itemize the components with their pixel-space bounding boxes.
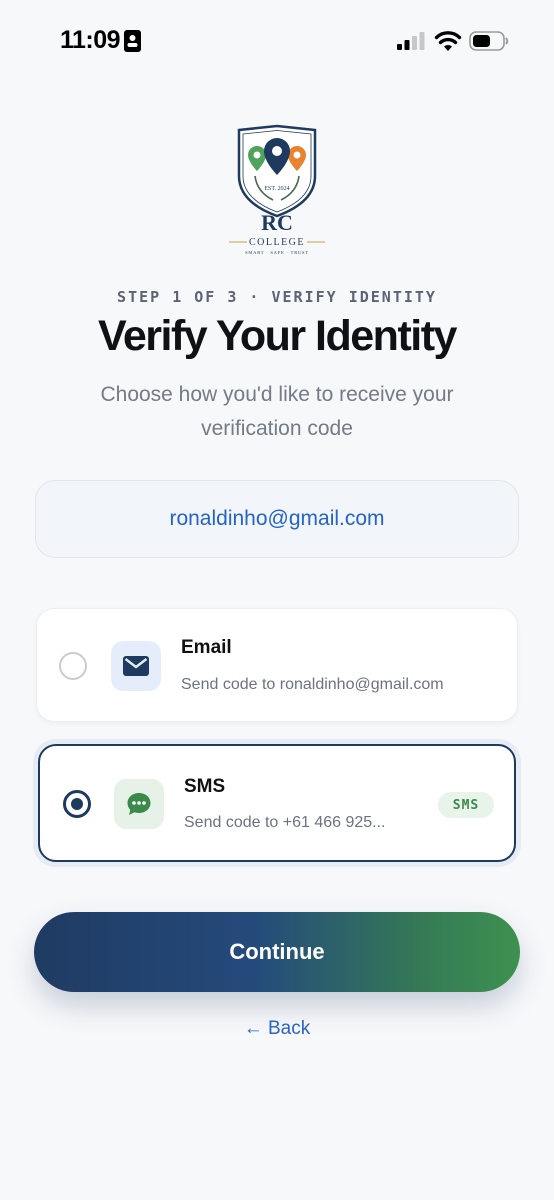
account-email: ronaldinho@gmail.com: [169, 507, 385, 530]
option-email-title: Email: [181, 637, 232, 658]
option-sms-subtitle: Send code to +61 466 925...: [184, 814, 386, 831]
chat-bubble-icon: [114, 779, 164, 829]
battery-icon: [469, 31, 509, 51]
option-email[interactable]: Email Send code to ronaldinho@gmail.com: [36, 608, 518, 722]
sms-badge: SMS: [438, 792, 494, 818]
svg-text:RC: RC: [261, 210, 293, 235]
back-link[interactable]: ← Back: [0, 1018, 554, 1040]
radio-email[interactable]: [59, 652, 87, 680]
continue-button[interactable]: Continue: [34, 912, 520, 992]
page-title: Verify Your Identity: [98, 312, 457, 360]
id-card-icon: [124, 30, 141, 52]
status-time: 11:09: [60, 26, 121, 54]
svg-text:SMART · SAFE · TRUST: SMART · SAFE · TRUST: [245, 250, 309, 255]
account-email-display: ronaldinho@gmail.com: [35, 480, 519, 558]
page-subtitle: Choose how you'd like to receive your ve…: [100, 383, 454, 440]
svg-text:EST. 2024: EST. 2024: [264, 186, 289, 192]
radio-sms[interactable]: [63, 790, 91, 818]
option-email-subtitle: Send code to ronaldinho@gmail.com: [181, 676, 444, 693]
svg-text:COLLEGE: COLLEGE: [249, 237, 305, 248]
envelope-icon: [111, 641, 161, 691]
status-bar: 11:09: [0, 0, 554, 84]
step-indicator: STEP 1 OF 3 · VERIFY IDENTITY: [117, 288, 437, 306]
wifi-icon: [434, 31, 462, 51]
cellular-signal-icon: [397, 32, 425, 50]
option-sms-title: SMS: [184, 776, 226, 797]
option-sms[interactable]: SMS Send code to +61 466 925... SMS: [38, 744, 516, 862]
college-logo: EST. 2024 RC COLLEGE SMART · SAFE · TRUS…: [229, 124, 325, 255]
